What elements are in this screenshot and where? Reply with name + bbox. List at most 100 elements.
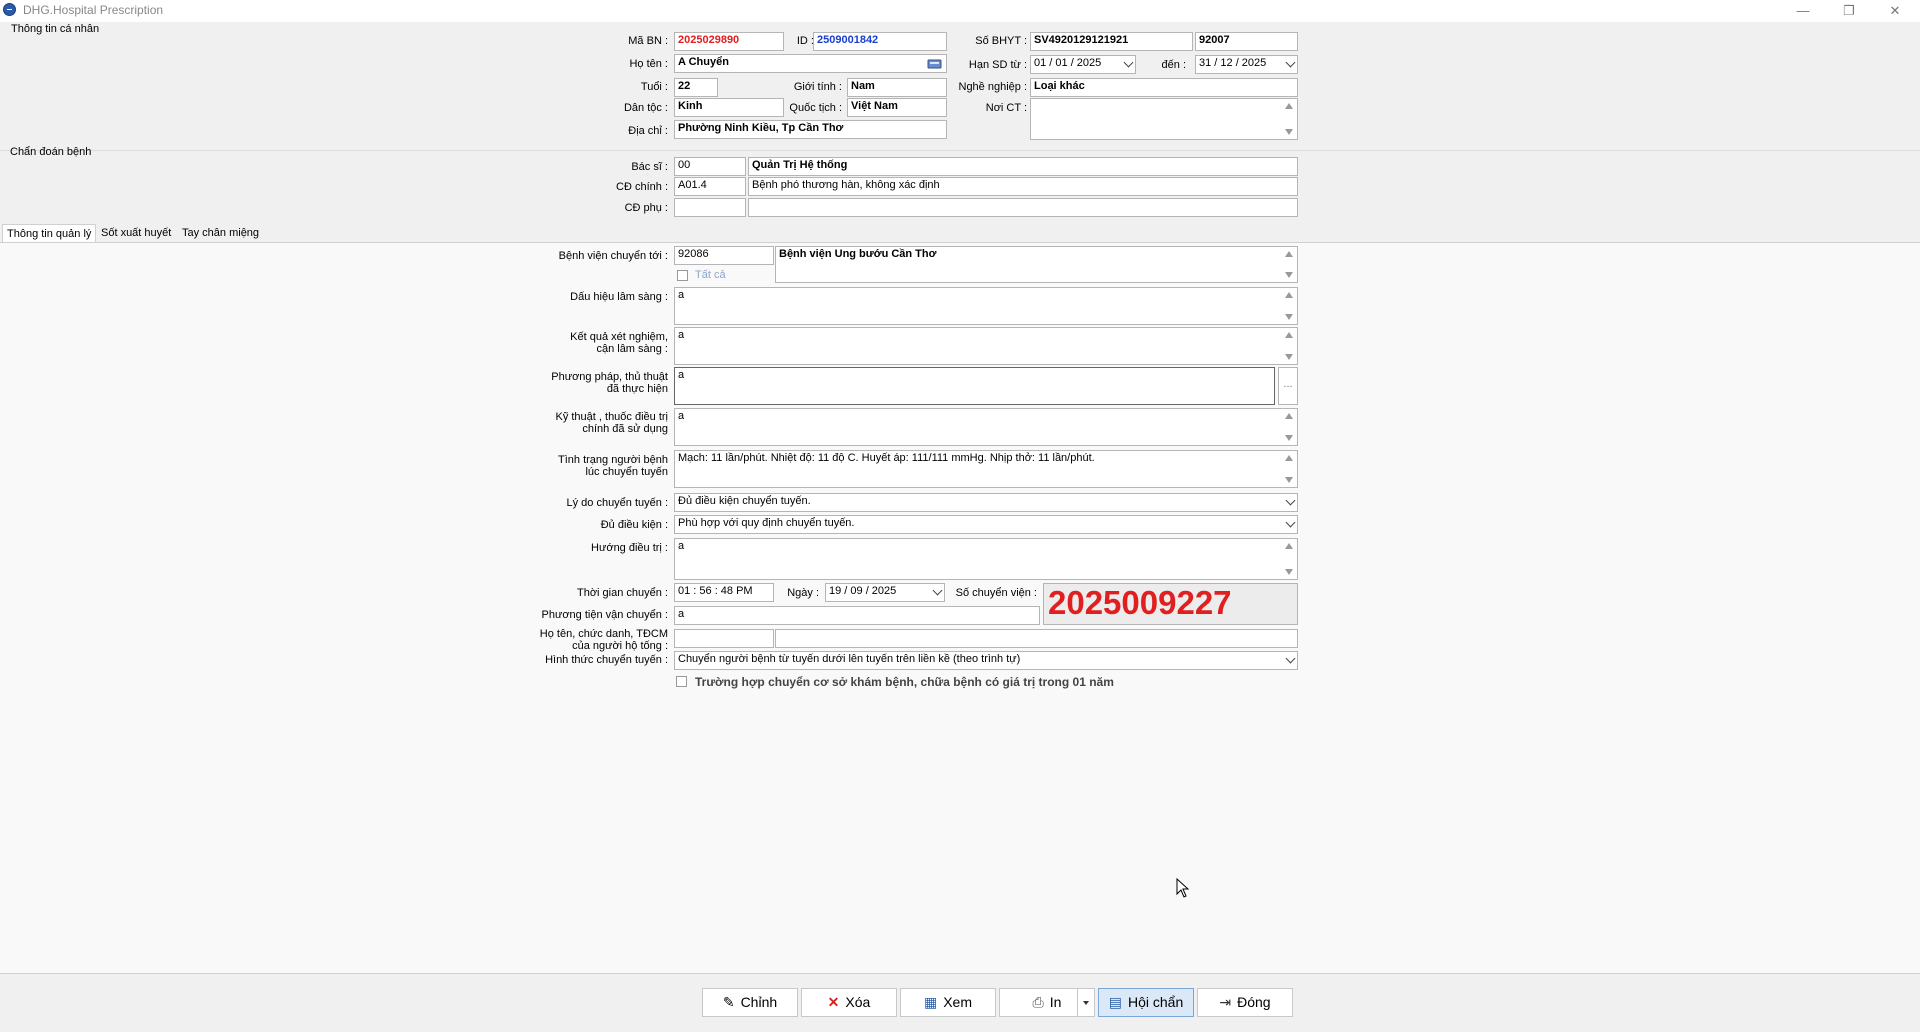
han-sd-den-value: 31 / 12 / 2025	[1199, 57, 1267, 69]
nghe-nghiep-field[interactable]: Loại khác	[1030, 78, 1298, 97]
bv-code-field[interactable]: 92086	[674, 246, 774, 265]
phuong-tien-field[interactable]: a	[674, 606, 1040, 625]
scrollbar[interactable]	[1281, 539, 1297, 579]
du-dieu-kien-value: Phù hợp với quy định chuyển tuyến.	[678, 517, 855, 529]
ho-ten-field[interactable]: A Chuyển	[674, 54, 947, 73]
scrollbar[interactable]	[1281, 409, 1297, 445]
dia-chi-field[interactable]: Phường Ninh Kiều, Tp Cần Thơ	[674, 120, 947, 139]
so-chuyen-vien-label: Số chuyển viện :	[955, 587, 1037, 599]
tab-thong-tin-quan-ly[interactable]: Thông tin quản lý	[2, 224, 97, 243]
xoa-button[interactable]: ✕ Xóa	[801, 988, 897, 1017]
tinh-trang-field[interactable]: Mạch: 11 lần/phút. Nhiệt độ: 11 độ C. Hu…	[674, 450, 1298, 488]
ly-do-value: Đủ điều kiện chuyển tuyến.	[678, 495, 811, 507]
scrollbar[interactable]	[1281, 288, 1297, 324]
dau-hieu-field[interactable]: a	[674, 287, 1298, 325]
delete-icon: ✕	[827, 994, 840, 1010]
bv-name-value: Bệnh viện Ung bướu Cần Thơ	[779, 248, 937, 260]
bac-si-name-field[interactable]: Quản Trị Hệ thống	[748, 157, 1298, 176]
xem-button[interactable]: ▦ Xem	[900, 988, 996, 1017]
phuong-phap-field[interactable]: a	[674, 367, 1275, 405]
bac-si-label: Bác sĩ :	[631, 161, 668, 173]
chinh-label: Chỉnh	[740, 994, 778, 1010]
hoi-chan-button[interactable]: ▤ Hội chẩn	[1098, 988, 1194, 1017]
personal-info-group-label: Thông tin cá nhân	[11, 23, 100, 35]
cd-chinh-code-field[interactable]: A01.4	[674, 177, 746, 196]
chinh-button[interactable]: ✎ Chỉnh	[702, 988, 798, 1017]
scroll-up-icon	[1285, 103, 1293, 109]
scrollbar[interactable]	[1281, 451, 1297, 487]
id-field[interactable]: 2509001842	[813, 32, 947, 51]
chevron-down-icon	[1123, 57, 1134, 67]
truong-hop-checkbox[interactable]	[676, 676, 687, 687]
cd-chinh-label: CĐ chính :	[616, 181, 668, 193]
so-bhyt-field[interactable]: SV4920129121921	[1030, 32, 1193, 51]
tinh-trang-value: Mạch: 11 lần/phút. Nhiệt độ: 11 độ C. Hu…	[678, 452, 1095, 464]
huong-dieu-tri-value: a	[678, 540, 685, 552]
ky-thuat-field[interactable]: a	[674, 408, 1298, 446]
quoc-tich-field[interactable]: Việt Nam	[847, 98, 947, 117]
phuong-tien-label: Phương tiện vận chuyển :	[541, 609, 669, 621]
thoi-gian-field[interactable]: 01 : 56 : 48 PM	[674, 583, 774, 602]
ky-thuat-label-1: Kỹ thuật , thuốc điều trị	[555, 411, 668, 423]
in-label: In	[1049, 994, 1062, 1010]
cd-phu-code-field[interactable]	[674, 198, 746, 217]
ho-ten-hotong-name-field[interactable]	[775, 629, 1298, 648]
tinh-trang-label-2: lúc chuyển tuyến	[585, 466, 668, 478]
tuoi-field[interactable]: 22	[674, 78, 718, 97]
tat-ca-checkbox[interactable]	[677, 270, 688, 281]
phuong-phap-more-button[interactable]: ...	[1278, 367, 1298, 405]
xem-label: Xem	[943, 994, 973, 1010]
bhyt-code-field[interactable]: 92007	[1195, 32, 1298, 51]
edit-icon: ✎	[722, 994, 735, 1010]
maximize-button[interactable]: ❐	[1826, 0, 1872, 22]
title-bar: DHG.Hospital Prescription — ❐ ✕	[0, 0, 1920, 22]
dong-label: Đóng	[1237, 994, 1271, 1010]
chevron-down-icon	[1285, 495, 1296, 505]
truong-hop-label: Trường hợp chuyển cơ sở khám bệnh, chữa …	[695, 675, 1114, 689]
bv-name-field[interactable]: Bệnh viện Ung bướu Cần Thơ	[775, 246, 1298, 283]
tab-tay-chan-mieng[interactable]: Tay chân miệng	[178, 224, 263, 242]
diagnosis-group-label: Chẩn đoán bệnh	[10, 146, 92, 158]
tinh-trang-label-1: Tình trạng người bệnh	[558, 454, 668, 466]
preview-icon: ▦	[923, 994, 938, 1010]
scrollbar[interactable]	[1281, 328, 1297, 364]
bv-chuyen-toi-label: Bệnh viện chuyển tới :	[558, 250, 668, 262]
close-button[interactable]: ✕	[1872, 0, 1918, 22]
scrollbar[interactable]	[1281, 247, 1297, 282]
minimize-button[interactable]: —	[1780, 0, 1826, 22]
cd-chinh-text-field[interactable]: Bệnh phó thương hàn, không xác định	[748, 177, 1298, 196]
du-dieu-kien-dropdown[interactable]: Phù hợp với quy định chuyển tuyến.	[674, 515, 1298, 534]
cd-phu-text-field[interactable]	[748, 198, 1298, 217]
cd-phu-label: CĐ phụ :	[624, 202, 668, 214]
gioi-tinh-label: Giới tính :	[793, 81, 842, 93]
so-bhyt-label: Số BHYT :	[975, 35, 1027, 47]
ma-bn-field[interactable]: 2025029890	[674, 32, 784, 51]
nghe-nghiep-label: Nghề nghiệp :	[958, 81, 1028, 93]
tuoi-label: Tuổi :	[640, 81, 668, 93]
ngay-picker[interactable]: 19 / 09 / 2025	[825, 583, 945, 602]
noi-ct-field[interactable]	[1030, 98, 1298, 140]
huong-dieu-tri-field[interactable]: a	[674, 538, 1298, 580]
den-label: đến :	[1161, 59, 1186, 71]
tab-sot-xuat-huyet[interactable]: Sốt xuất huyết	[97, 224, 175, 242]
han-sd-tu-value: 01 / 01 / 2025	[1034, 57, 1102, 69]
mouse-cursor-icon	[1176, 878, 1190, 898]
in-dropdown-button[interactable]	[1077, 988, 1095, 1017]
xoa-label: Xóa	[845, 994, 871, 1010]
dan-toc-field[interactable]: Kinh	[674, 98, 784, 117]
dan-toc-label: Dân tộc :	[623, 102, 668, 114]
id-label: ID :	[796, 35, 814, 47]
chevron-down-icon	[1285, 517, 1296, 527]
scrollbar[interactable]	[1281, 99, 1297, 139]
bac-si-code-field[interactable]: 00	[674, 157, 746, 176]
chevron-down-icon	[932, 585, 943, 595]
han-sd-den-picker[interactable]: 31 / 12 / 2025	[1195, 55, 1298, 74]
hinh-thuc-dropdown[interactable]: Chuyển người bệnh từ tuyến dưới lên tuyế…	[674, 651, 1298, 670]
ly-do-dropdown[interactable]: Đủ điều kiện chuyển tuyến.	[674, 493, 1298, 512]
han-sd-tu-picker[interactable]: 01 / 01 / 2025	[1030, 55, 1136, 74]
gioi-tinh-field[interactable]: Nam	[847, 78, 947, 97]
ho-ten-hotong-code-field[interactable]	[674, 629, 774, 648]
ket-qua-field[interactable]: a	[674, 327, 1298, 365]
dong-button[interactable]: ⇥ Đóng	[1197, 988, 1293, 1017]
dau-hieu-label: Dấu hiệu lâm sàng :	[570, 291, 668, 303]
